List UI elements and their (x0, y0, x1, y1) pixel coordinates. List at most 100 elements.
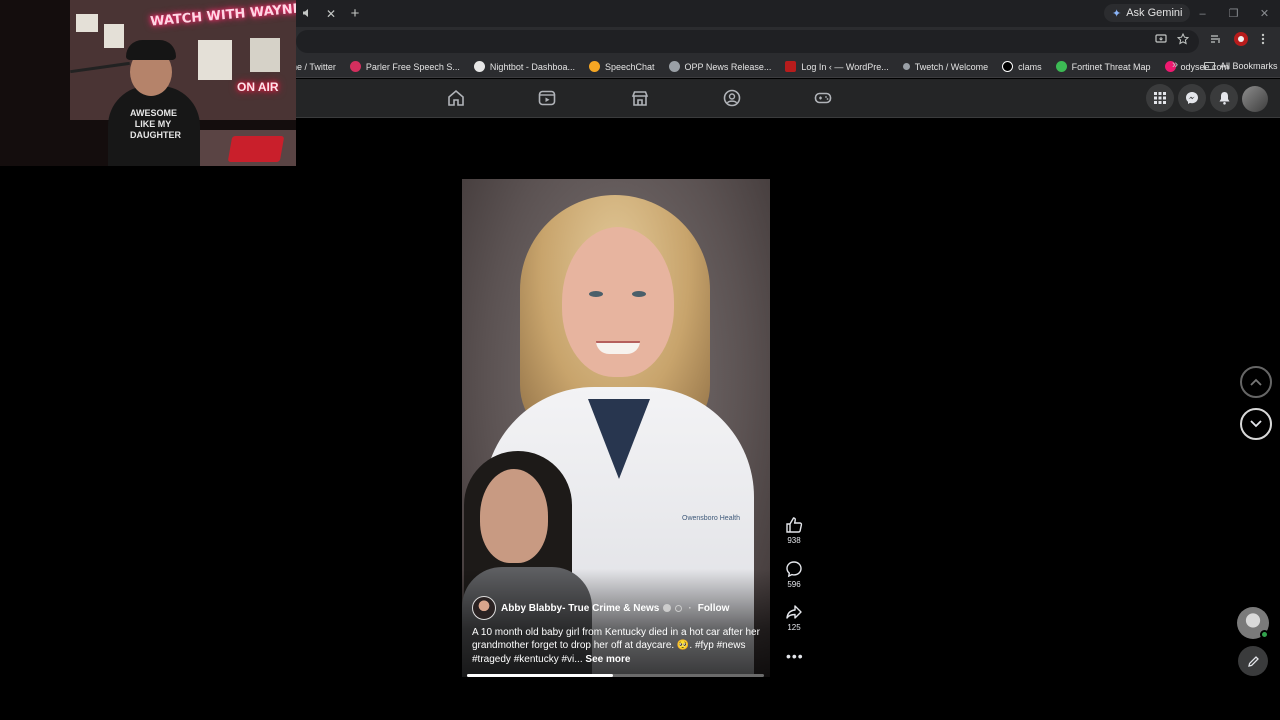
amazon-icon (1002, 61, 1014, 72)
account-avatar[interactable] (1242, 86, 1268, 112)
bookmark-wordpress[interactable]: Log In ‹ — WordPre... (785, 61, 889, 72)
video-progress-fill (467, 674, 613, 677)
bookmark-label: Parler Free Speech S... (365, 61, 460, 72)
streamer-cap (126, 40, 176, 60)
all-bookmarks-button[interactable]: All Bookmarks (1204, 61, 1278, 71)
share-button[interactable]: 125 (780, 603, 808, 632)
separator-dot: · (688, 602, 692, 614)
more-options-button[interactable]: ••• (786, 648, 804, 664)
reel-caption: A 10 month old baby girl from Kentucky d… (472, 626, 762, 666)
ask-gemini-label: Ask Gemini (1126, 7, 1183, 19)
install-app-icon[interactable] (1155, 33, 1167, 48)
doctor-face (562, 227, 674, 377)
compose-icon (1247, 655, 1259, 667)
chevron-down-icon (1250, 420, 1262, 428)
nightbot-icon (473, 61, 485, 72)
folder-icon (1204, 62, 1215, 70)
keyboard (227, 136, 285, 162)
home-icon[interactable] (447, 89, 465, 107)
ask-gemini-button[interactable]: ✦ Ask Gemini (1104, 4, 1191, 22)
minimize-button[interactable]: – (1187, 8, 1218, 20)
verified-badge-icon (663, 604, 672, 612)
bookmark-clams[interactable]: clams (1002, 61, 1042, 72)
wall-poster (250, 38, 280, 72)
neon-sign-on-air: ON AIR (237, 80, 279, 94)
online-status-dot (1260, 630, 1269, 639)
share-arrow-icon (786, 605, 802, 619)
wall-poster (104, 24, 124, 48)
like-button[interactable]: 938 (780, 516, 808, 545)
messenger-icon (1186, 92, 1198, 104)
comment-button[interactable]: 596 (780, 560, 808, 589)
bookmark-fortinet[interactable]: Fortinet Threat Map (1055, 61, 1151, 72)
bookmark-label: Fortinet Threat Map (1071, 61, 1151, 72)
bookmark-twetch[interactable]: Twetch / Welcome (902, 61, 989, 72)
coat-logo: Owensboro Health (682, 515, 740, 522)
reel-author-row: Abby Blabby- True Crime & News · Follow (472, 596, 729, 620)
video-progress-bar[interactable] (467, 674, 764, 677)
share-count: 125 (787, 623, 801, 632)
new-message-button[interactable] (1238, 646, 1268, 676)
bookmark-twitter[interactable]: ne / Twitter (292, 62, 336, 72)
bookmark-label: ne / Twitter (292, 61, 336, 72)
bookmark-parler[interactable]: Parler Free Speech S... (349, 61, 460, 72)
author-avatar[interactable] (472, 596, 496, 620)
browser-menu-icon[interactable] (1261, 33, 1265, 48)
bookmark-star-icon[interactable] (1176, 32, 1190, 48)
bookmark-label: clams (1018, 61, 1042, 72)
author-name[interactable]: Abby Blabby- True Crime & News (501, 603, 659, 614)
doctor-eye (589, 291, 603, 297)
shirt-text: AWESOME LIKE MY DAUGHTER (130, 108, 181, 140)
doctor-eye (632, 291, 646, 297)
grid-icon (1154, 92, 1166, 104)
bookmarks-overflow-button[interactable]: » (1172, 59, 1178, 71)
tab-controls: ✕ + (300, 0, 362, 27)
bookmark-speechchat[interactable]: SpeechChat (588, 61, 655, 72)
all-bookmarks-label: All Bookmarks (1220, 61, 1278, 71)
comment-count: 596 (787, 580, 801, 589)
new-tab-button[interactable]: + (348, 5, 362, 22)
bell-icon (1219, 92, 1229, 105)
close-window-button[interactable]: ✕ (1249, 7, 1280, 20)
parler-icon (349, 61, 361, 72)
thumbs-up-icon (786, 517, 803, 533)
bookmark-label: OPP News Release... (684, 61, 772, 72)
bookmark-opp-news[interactable]: OPP News Release... (668, 61, 772, 72)
follow-button[interactable]: Follow (698, 603, 730, 614)
speechchat-icon (588, 61, 600, 72)
bookmark-label: Nightbot - Dashboa... (489, 61, 575, 72)
marketplace-icon[interactable] (631, 89, 649, 107)
doctor-smile (596, 341, 640, 354)
wall-poster (76, 14, 98, 32)
public-globe-icon (675, 604, 683, 612)
globe-icon (668, 61, 680, 72)
speaker-icon[interactable] (300, 7, 314, 21)
tab-close-button[interactable]: ✕ (324, 7, 338, 21)
screen: ✕ + ✦ Ask Gemini – ❐ ✕ ne / Twitter Parl… (0, 0, 1280, 720)
notifications-button[interactable] (1210, 84, 1238, 112)
shield-icon (1055, 61, 1067, 72)
next-reel-button[interactable] (1240, 408, 1272, 440)
video-icon[interactable] (538, 89, 556, 107)
bookmark-nightbot[interactable]: Nightbot - Dashboa... (473, 61, 575, 72)
window-controls: – ❐ ✕ (1187, 0, 1280, 27)
wall-poster (198, 40, 232, 80)
bookmark-label: Log In ‹ — WordPre... (801, 61, 889, 72)
bookmark-label: Twetch / Welcome (914, 61, 989, 72)
presenter-face (480, 469, 548, 563)
menu-grid-button[interactable] (1146, 84, 1174, 112)
restore-button[interactable]: ❐ (1218, 7, 1249, 20)
address-bar[interactable] (296, 30, 1199, 53)
gemini-sparkle-icon: ✦ (1112, 7, 1122, 20)
groups-icon[interactable] (723, 89, 741, 107)
gaming-icon[interactable] (814, 89, 832, 107)
bookmark-label: SpeechChat (604, 61, 655, 72)
comment-icon (786, 561, 802, 578)
streamer-webcam: WATCH WITH WAYNE ON AIR AWESOME LIKE MY … (0, 0, 296, 166)
see-more-link[interactable]: See more (585, 654, 630, 665)
like-count: 938 (787, 536, 801, 545)
previous-reel-button[interactable] (1240, 366, 1272, 398)
media-queue-icon[interactable] (1210, 33, 1222, 48)
profile-avatar-icon[interactable] (1234, 32, 1248, 49)
messenger-button[interactable] (1178, 84, 1206, 112)
